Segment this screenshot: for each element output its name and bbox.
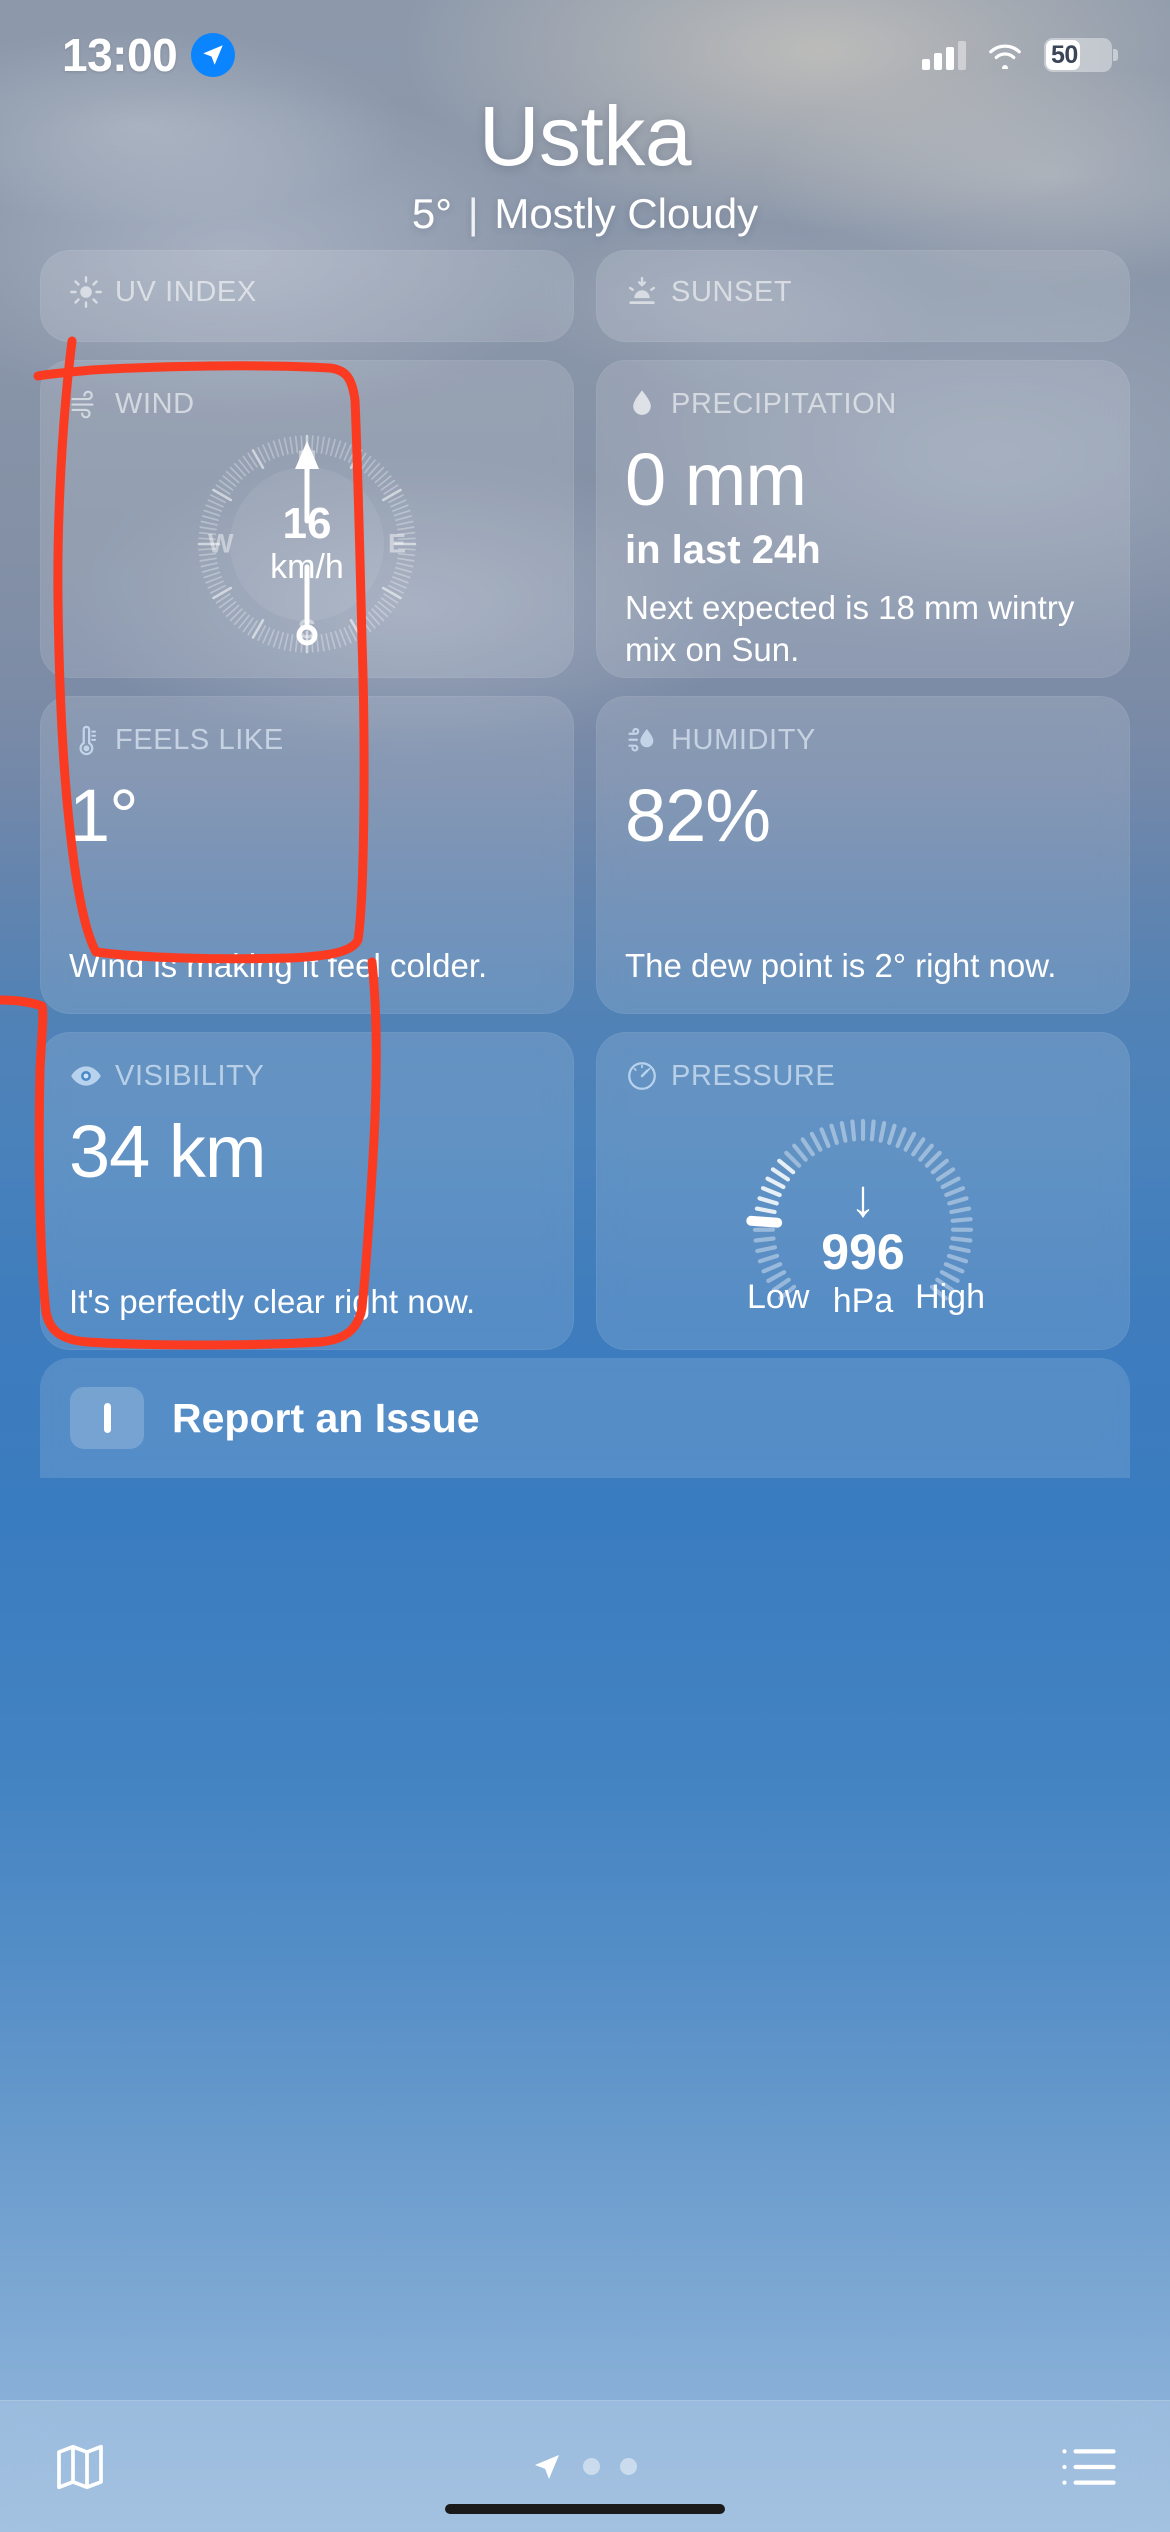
card-title: VISIBILITY <box>115 1059 265 1092</box>
feels-like-value: 1° <box>69 774 139 857</box>
precipitation-period: in last 24h <box>625 528 821 572</box>
precipitation-note: Next expected is 18 mm wintry mix on Sun… <box>625 589 1075 668</box>
pressure-high-label: High <box>915 1278 985 1316</box>
status-bar: 13:00 50 <box>0 0 1170 110</box>
list-icon[interactable] <box>1060 2444 1118 2490</box>
card-header: UV INDEX <box>69 275 545 309</box>
card-header: FEELS LIKE <box>69 723 545 757</box>
status-time: 13:00 <box>62 29 178 81</box>
battery-percent-label: 50 <box>1051 40 1078 69</box>
wind-speed-unit: km/h <box>270 547 344 586</box>
thermometer-icon <box>79 725 97 756</box>
card-visibility[interactable]: VISIBILITY 34 km It's perfectly clear ri… <box>40 1032 574 1350</box>
condition-line: 5° | Mostly Cloudy <box>0 190 1170 238</box>
card-header: PRECIPITATION <box>625 387 1101 421</box>
current-condition: Mostly Cloudy <box>494 190 759 238</box>
card-pressure[interactable]: PRESSURE ↓ 996 hPa Low High <box>596 1032 1130 1350</box>
card-wind[interactable]: WIND N S W E 16 km/h <box>40 360 574 678</box>
pressure-gauge: ↓ 996 hPa Low High <box>723 1099 1003 1339</box>
pressure-low-label: Low <box>747 1278 810 1316</box>
visibility-value: 34 km <box>69 1110 267 1193</box>
visibility-note: It's perfectly clear right now. <box>69 1283 476 1321</box>
card-header: SUNSET <box>625 275 1101 309</box>
pressure-value: 996 <box>821 1224 905 1281</box>
card-header: VISIBILITY <box>69 1059 545 1093</box>
report-an-issue-title: Report an Issue <box>172 1394 480 1441</box>
exclamation-badge-icon <box>70 1387 144 1449</box>
current-temperature: 5° <box>411 190 453 238</box>
card-header: PRESSURE <box>625 1059 1101 1093</box>
weather-header: Ustka 5° | Mostly Cloudy <box>0 90 1170 238</box>
current-location-icon[interactable] <box>531 2451 563 2483</box>
location-arrow-icon <box>191 33 236 77</box>
humidity-value: 82% <box>625 774 771 857</box>
pressure-scale-labels: Low High <box>747 1278 985 1317</box>
card-uv-index[interactable]: UV INDEX <box>40 250 574 342</box>
card-title: PRECIPITATION <box>671 387 897 420</box>
page-indicator[interactable] <box>531 2451 637 2483</box>
card-title: FEELS LIKE <box>115 723 284 756</box>
card-humidity[interactable]: HUMIDITY 82% The dew point is 2° right n… <box>596 696 1130 1014</box>
home-indicator <box>445 2504 725 2514</box>
page-dot[interactable] <box>583 2458 600 2475</box>
card-header: HUMIDITY <box>625 723 1101 757</box>
card-sunset[interactable]: SUNSET <box>596 250 1130 342</box>
card-title: SUNSET <box>671 275 793 308</box>
battery-indicator: 50 <box>1044 38 1118 72</box>
gauge-icon <box>628 1062 656 1090</box>
wind-compass: N S W E 16 km/h <box>192 429 422 659</box>
eye-icon <box>71 1066 101 1086</box>
wifi-icon <box>989 44 1021 69</box>
status-bar-left: 13:00 <box>62 28 236 82</box>
metrics-grid: UV INDEX SUNSET WIND N S W E 16 km/h PRE… <box>40 250 1130 1350</box>
status-bar-right: 50 <box>922 38 1118 72</box>
report-an-issue-card[interactable]: Report an Issue <box>40 1358 1130 1478</box>
card-precipitation[interactable]: PRECIPITATION 0 mm in last 24h Next expe… <box>596 360 1130 678</box>
humidity-note: The dew point is 2° right now. <box>625 947 1057 985</box>
precipitation-amount: 0 mm <box>625 438 807 521</box>
card-title: WIND <box>115 387 195 420</box>
map-icon[interactable] <box>52 2439 108 2495</box>
separator: | <box>467 190 479 238</box>
card-title: HUMIDITY <box>671 723 816 756</box>
card-title: PRESSURE <box>671 1059 836 1092</box>
pressure-trend-arrow-icon: ↓ <box>850 1170 876 1228</box>
humidity-icon <box>628 727 654 752</box>
wind-speed-value: 16 <box>282 498 332 548</box>
card-feels-like[interactable]: FEELS LIKE 1° Wind is making it feel col… <box>40 696 574 1014</box>
sun-icon <box>70 276 102 308</box>
card-header: WIND <box>69 387 545 421</box>
page-dot[interactable] <box>620 2458 637 2475</box>
card-title: UV INDEX <box>115 275 257 308</box>
signal-bars-icon <box>922 40 966 70</box>
sunset-icon <box>628 276 656 304</box>
wind-icon <box>71 390 94 419</box>
raindrop-icon <box>633 390 651 415</box>
feels-like-note: Wind is making it feel colder. <box>69 947 488 985</box>
wind-speed-readout: 16 km/h <box>192 429 422 659</box>
